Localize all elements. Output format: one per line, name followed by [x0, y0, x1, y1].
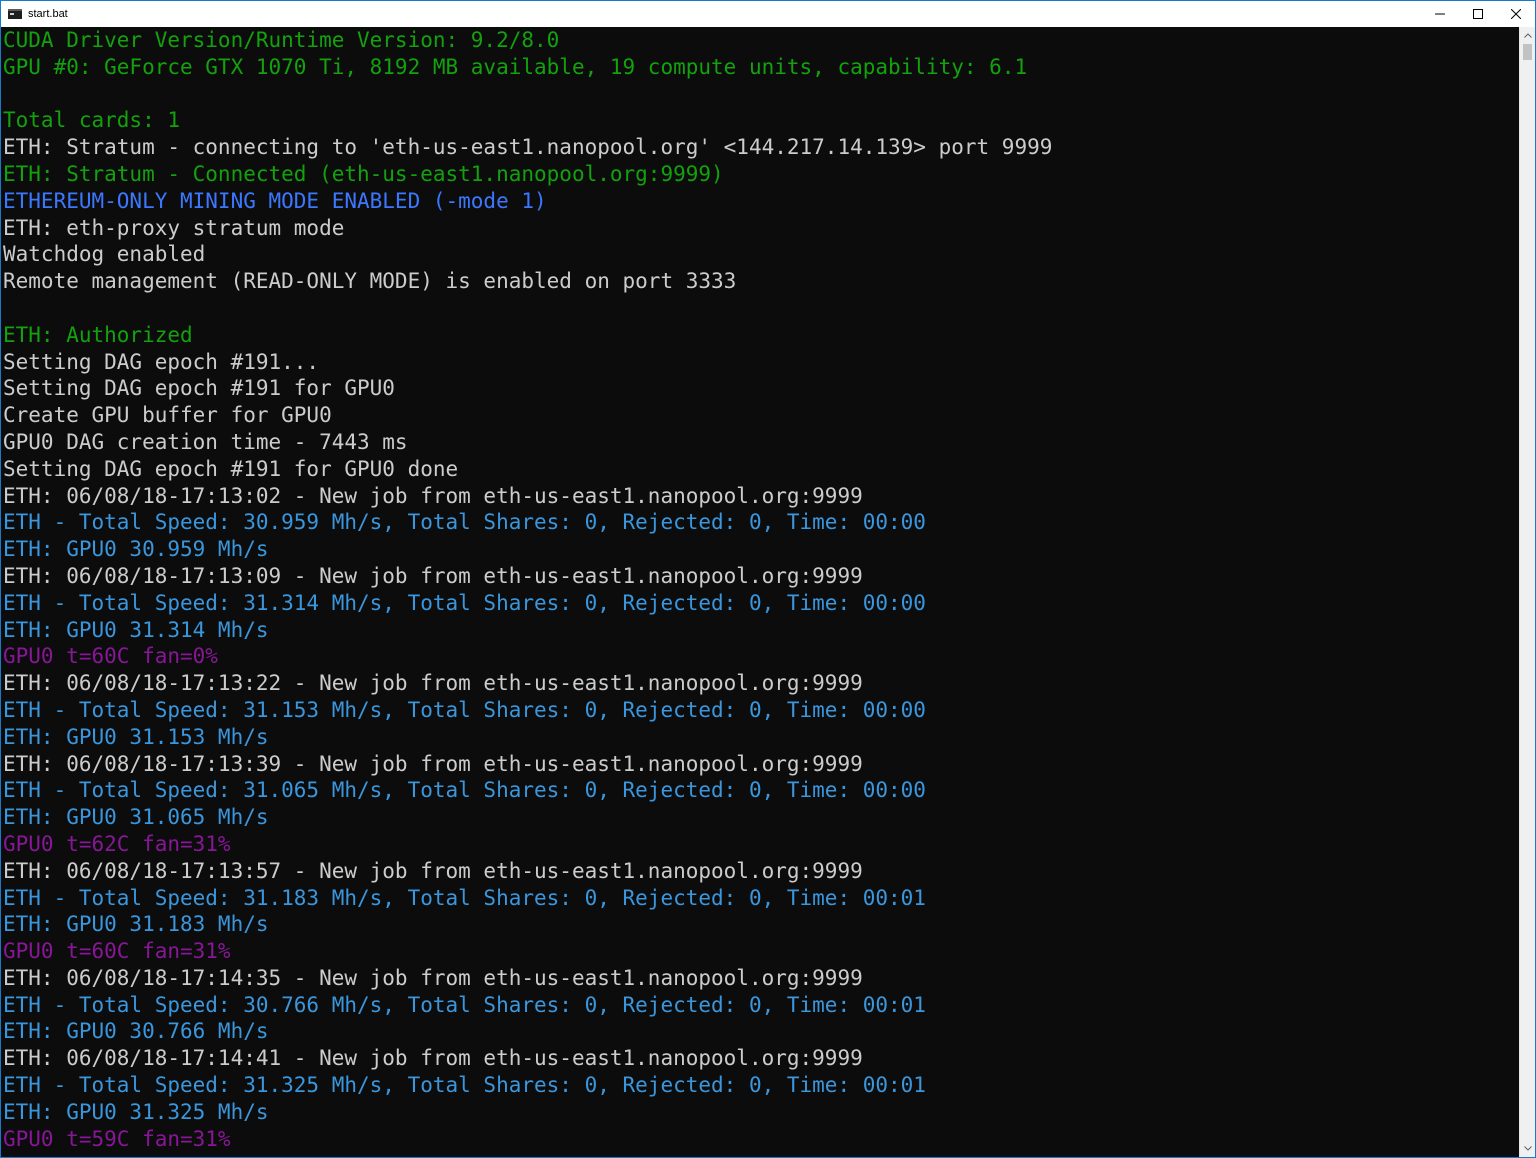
scroll-down-button[interactable] — [1520, 1140, 1535, 1157]
console-line: ETH: 06/08/18-17:13:57 - New job from et… — [3, 858, 863, 883]
minimize-icon — [1435, 13, 1445, 15]
console-line: ETH: GPU0 30.766 Mh/s — [3, 1019, 269, 1044]
console-line: GPU0 t=60C fan=0% — [3, 644, 218, 669]
console-output[interactable]: CUDA Driver Version/Runtime Version: 9.2… — [1, 27, 1519, 1157]
close-icon — [1511, 9, 1521, 19]
console-line: ETH - Total Speed: 31.325 Mh/s, Total Sh… — [3, 1073, 926, 1098]
console-line: ETHEREUM-ONLY MINING MODE ENABLED (-mode… — [3, 188, 547, 213]
console-line: Watchdog enabled — [3, 242, 206, 267]
title-bar[interactable]: start.bat — [1, 1, 1535, 27]
console-line: ETH - Total Speed: 31.153 Mh/s, Total Sh… — [3, 697, 926, 722]
console-app-icon[interactable] — [8, 9, 22, 19]
console-line: ETH - Total Speed: 30.959 Mh/s, Total Sh… — [3, 510, 926, 535]
console-line: GPU0 DAG creation time - 7443 ms — [3, 429, 408, 454]
window-controls — [1421, 1, 1535, 27]
console-line: Setting DAG epoch #191 for GPU0 done — [3, 456, 459, 481]
console-line: ETH: GPU0 31.183 Mh/s — [3, 912, 269, 937]
console-line: ETH: 06/08/18-17:14:41 - New job from et… — [3, 1046, 863, 1071]
console-line: ETH: Authorized — [3, 322, 193, 347]
console-line: GPU0 t=62C fan=31% — [3, 831, 231, 856]
console-line: ETH: Stratum - Connected (eth-us-east1.n… — [3, 161, 724, 186]
console-line: ETH - Total Speed: 31.314 Mh/s, Total Sh… — [3, 590, 926, 615]
minimize-button[interactable] — [1421, 1, 1459, 27]
scroll-down-icon — [1524, 1146, 1532, 1151]
console-line: ETH: GPU0 31.065 Mh/s — [3, 805, 269, 830]
maximize-button[interactable] — [1459, 1, 1497, 27]
console-line: Total cards: 1 — [3, 108, 181, 133]
console-line: ETH - Total Speed: 31.065 Mh/s, Total Sh… — [3, 778, 926, 803]
scroll-up-icon — [1524, 33, 1532, 38]
console-line: Setting DAG epoch #191 for GPU0 — [3, 376, 395, 401]
console-line: ETH: 06/08/18-17:14:35 - New job from et… — [3, 965, 863, 990]
console-line: ETH - Total Speed: 30.766 Mh/s, Total Sh… — [3, 992, 926, 1017]
console-line: Create GPU buffer for GPU0 — [3, 403, 332, 428]
console-line: ETH - Total Speed: 31.183 Mh/s, Total Sh… — [3, 885, 926, 910]
console-line: ETH: GPU0 31.314 Mh/s — [3, 617, 269, 642]
console-line: ETH: GPU0 31.325 Mh/s — [3, 1099, 269, 1124]
console-line: ETH: 06/08/18-17:13:39 - New job from et… — [3, 751, 863, 776]
scroll-thumb[interactable] — [1523, 44, 1532, 60]
console-window: start.bat CUDA Driver Version/Runtime Ve… — [0, 0, 1536, 1158]
console-line: GPU0 t=59C fan=31% — [3, 1126, 231, 1151]
console-line: ETH: eth-proxy stratum mode — [3, 215, 345, 240]
console-line: ETH: GPU0 31.153 Mh/s — [3, 724, 269, 749]
console-line: ETH: Stratum - connecting to 'eth-us-eas… — [3, 135, 1053, 160]
vertical-scrollbar[interactable] — [1519, 27, 1535, 1157]
console-line: Remote management (READ-ONLY MODE) is en… — [3, 269, 737, 294]
console-line: ETH: GPU0 30.959 Mh/s — [3, 537, 269, 562]
console-line: Setting DAG epoch #191... — [3, 349, 320, 374]
window-title: start.bat — [28, 8, 68, 20]
console-line: ETH: 06/08/18-17:13:22 - New job from et… — [3, 671, 863, 696]
console-line: ETH: 06/08/18-17:13:09 - New job from et… — [3, 563, 863, 588]
close-button[interactable] — [1497, 1, 1535, 27]
console-line: GPU #0: GeForce GTX 1070 Ti, 8192 MB ava… — [3, 54, 1028, 79]
console-line: GPU0 t=60C fan=31% — [3, 939, 231, 964]
scroll-up-button[interactable] — [1520, 27, 1535, 44]
maximize-icon — [1473, 9, 1483, 19]
console-line: CUDA Driver Version/Runtime Version: 9.2… — [3, 28, 560, 52]
console-line: ETH: 06/08/18-17:13:02 - New job from et… — [3, 483, 863, 508]
